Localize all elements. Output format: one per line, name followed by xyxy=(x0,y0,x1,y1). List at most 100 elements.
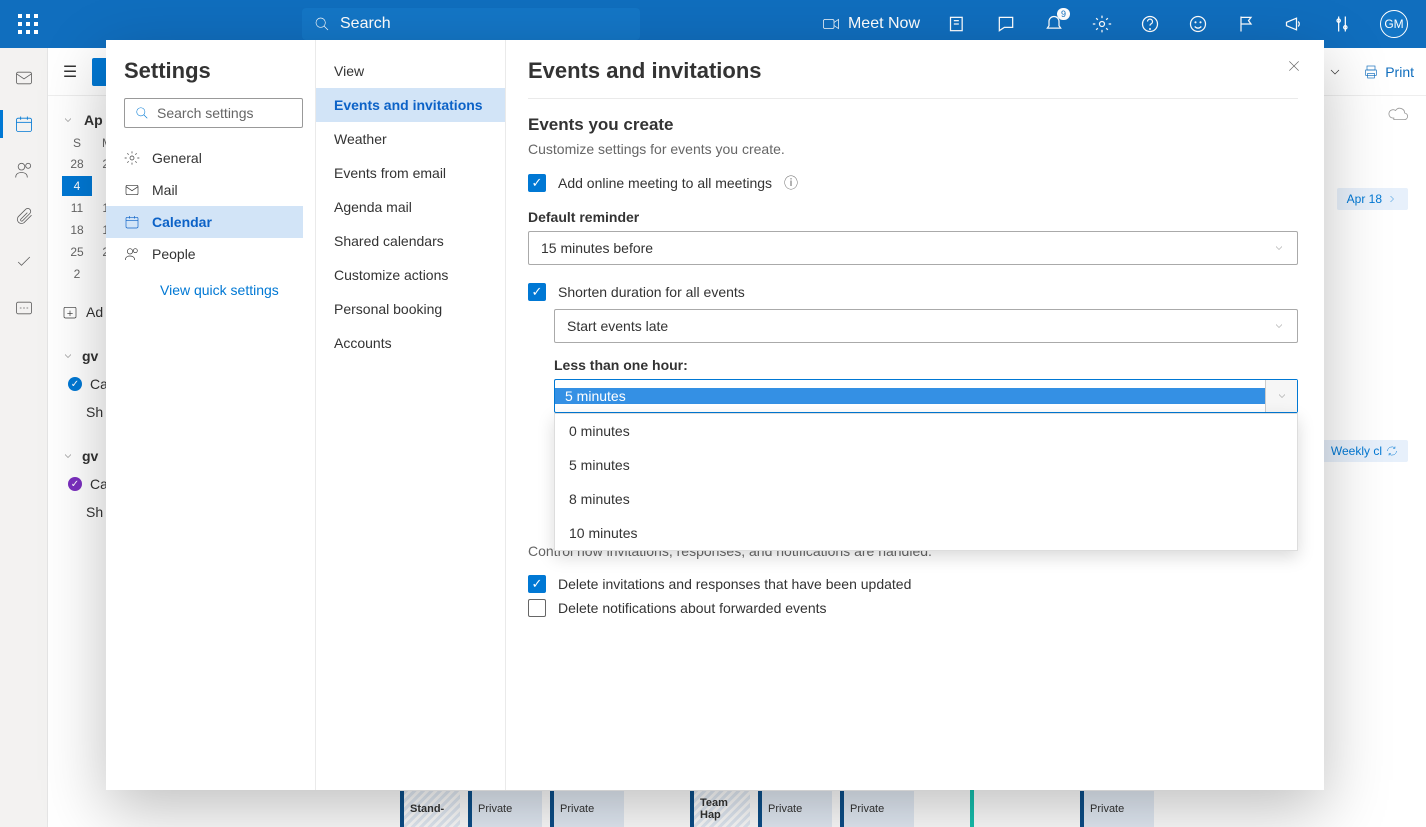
calendar-group-1[interactable]: gv xyxy=(82,348,98,364)
event-block[interactable]: Private xyxy=(840,791,914,827)
search-icon xyxy=(314,16,330,32)
event-label: Private xyxy=(768,803,826,815)
hamburger-icon[interactable]: ☰ xyxy=(60,62,80,82)
calendar-group-2[interactable]: gv xyxy=(82,448,98,464)
subnav-shared-calendars[interactable]: Shared calendars xyxy=(316,224,505,258)
close-icon xyxy=(1286,58,1302,74)
label-less-than-hour: Less than one hour: xyxy=(554,357,1298,373)
subnav-customize-actions[interactable]: Customize actions xyxy=(316,258,505,292)
notifications-icon[interactable]: 9 xyxy=(1044,14,1064,34)
megaphone-icon[interactable] xyxy=(1284,14,1304,34)
gear-icon xyxy=(124,150,140,166)
add-calendar-label[interactable]: Ad xyxy=(86,304,103,320)
checkbox-delete-invitations[interactable]: ✓ xyxy=(528,575,546,593)
mini-day[interactable]: 18 xyxy=(62,220,92,240)
mini-day[interactable]: 2 xyxy=(62,264,92,284)
chevron-down-icon[interactable] xyxy=(1327,64,1343,80)
chevron-down-icon xyxy=(1273,320,1285,332)
subnav-agenda-mail[interactable]: Agenda mail xyxy=(316,190,505,224)
date-chip[interactable]: Apr 18 xyxy=(1337,188,1408,210)
nav-people[interactable]: People xyxy=(106,238,303,270)
more-rail-icon[interactable] xyxy=(14,298,34,318)
checkbox-online-meeting[interactable]: ✓ xyxy=(528,174,546,192)
cloud-icon[interactable] xyxy=(1388,106,1408,125)
gear-icon[interactable] xyxy=(1092,14,1112,34)
event-label: Stand- xyxy=(410,803,454,815)
label-default-reminder: Default reminder xyxy=(528,209,1298,225)
add-calendar-icon[interactable] xyxy=(62,304,78,320)
nav-general[interactable]: General xyxy=(106,142,303,174)
combo-input[interactable] xyxy=(555,388,1265,404)
emoji-icon[interactable] xyxy=(1188,14,1208,34)
mini-day[interactable]: 28 xyxy=(62,154,92,174)
event-block[interactable]: Private xyxy=(468,791,542,827)
event-block[interactable]: Stand- xyxy=(400,791,460,827)
checkbox-delete-notifications[interactable] xyxy=(528,599,546,617)
news-icon[interactable] xyxy=(948,14,968,34)
combo-option[interactable]: 5 minutes xyxy=(555,448,1297,482)
people-icon xyxy=(124,246,140,262)
search-icon xyxy=(135,106,149,120)
nav-mail[interactable]: Mail xyxy=(106,174,303,206)
event-block[interactable]: Team Hap xyxy=(690,791,750,827)
combo-caret[interactable] xyxy=(1265,380,1297,412)
help-icon[interactable] xyxy=(1140,14,1160,34)
app-launcher-icon[interactable] xyxy=(18,14,38,34)
view-quick-settings-link[interactable]: View quick settings xyxy=(124,270,303,298)
chat-bubble-icon[interactable] xyxy=(996,14,1016,34)
settings-content: Events and invitations Events you create… xyxy=(506,40,1324,790)
nav-label: General xyxy=(152,150,202,166)
close-button[interactable] xyxy=(1286,58,1302,79)
people-rail-icon[interactable] xyxy=(14,160,34,180)
select-default-reminder[interactable]: 15 minutes before xyxy=(528,231,1298,265)
print-button[interactable]: Print xyxy=(1363,64,1414,80)
mail-rail-icon[interactable] xyxy=(14,68,34,88)
section-title-create: Events you create xyxy=(528,115,1298,135)
mini-day-selected[interactable]: 4 xyxy=(62,176,92,196)
attach-rail-icon[interactable] xyxy=(14,206,34,226)
tasks-rail-icon[interactable] xyxy=(14,252,34,272)
nav-calendar[interactable]: Calendar xyxy=(106,206,303,238)
dow-s: S xyxy=(62,136,92,150)
combo-option[interactable]: 10 minutes xyxy=(555,516,1297,550)
meet-now-button[interactable]: Meet Now xyxy=(822,15,920,33)
nav-label: Calendar xyxy=(152,214,212,230)
subnav-personal-booking[interactable]: Personal booking xyxy=(316,292,505,326)
subnav-weather[interactable]: Weather xyxy=(316,122,505,156)
weekly-event-chip[interactable]: Weekly cl xyxy=(1321,440,1408,462)
chevron-down-icon[interactable] xyxy=(62,350,74,362)
select-value: 15 minutes before xyxy=(541,240,653,256)
nav-label: People xyxy=(152,246,196,262)
settings-search-input[interactable]: Search settings xyxy=(124,98,303,128)
event-block[interactable]: Private xyxy=(550,791,624,827)
select-start-late[interactable]: Start events late xyxy=(554,309,1298,343)
calendar-item[interactable]: Sh xyxy=(86,404,103,420)
subnav-events-from-email[interactable]: Events from email xyxy=(316,156,505,190)
chevron-down-icon[interactable] xyxy=(62,114,74,126)
month-label: Ap xyxy=(84,112,103,128)
mini-day[interactable]: 25 xyxy=(62,242,92,262)
calendar-rail-icon[interactable] xyxy=(14,114,34,134)
event-block[interactable]: Private xyxy=(758,791,832,827)
subnav-accounts[interactable]: Accounts xyxy=(316,326,505,360)
combo-option[interactable]: 8 minutes xyxy=(555,482,1297,516)
info-icon[interactable]: ⓘ xyxy=(784,173,798,193)
mini-day[interactable]: 11 xyxy=(62,198,92,218)
combo-option[interactable]: 0 minutes xyxy=(555,414,1297,448)
subnav-view[interactable]: View xyxy=(316,54,505,88)
global-search-input[interactable]: Search xyxy=(302,8,640,40)
chevron-down-icon[interactable] xyxy=(62,450,74,462)
mail-icon xyxy=(124,182,140,198)
event-block[interactable]: Private xyxy=(1080,791,1154,827)
subnav-events-invitations[interactable]: Events and invitations xyxy=(316,88,505,122)
chevron-down-icon xyxy=(1276,390,1288,402)
event-label: Private xyxy=(1090,803,1148,815)
settings-subnav-column: View Events and invitations Weather Even… xyxy=(316,40,506,790)
combo-less-than-hour[interactable] xyxy=(554,379,1298,413)
calendar-icon xyxy=(124,214,140,230)
profile-avatar[interactable]: GM xyxy=(1380,10,1408,38)
checkbox-shorten-duration[interactable]: ✓ xyxy=(528,283,546,301)
customize-icon[interactable] xyxy=(1332,14,1352,34)
flag-icon[interactable] xyxy=(1236,14,1256,34)
calendar-item[interactable]: Sh xyxy=(86,504,103,520)
